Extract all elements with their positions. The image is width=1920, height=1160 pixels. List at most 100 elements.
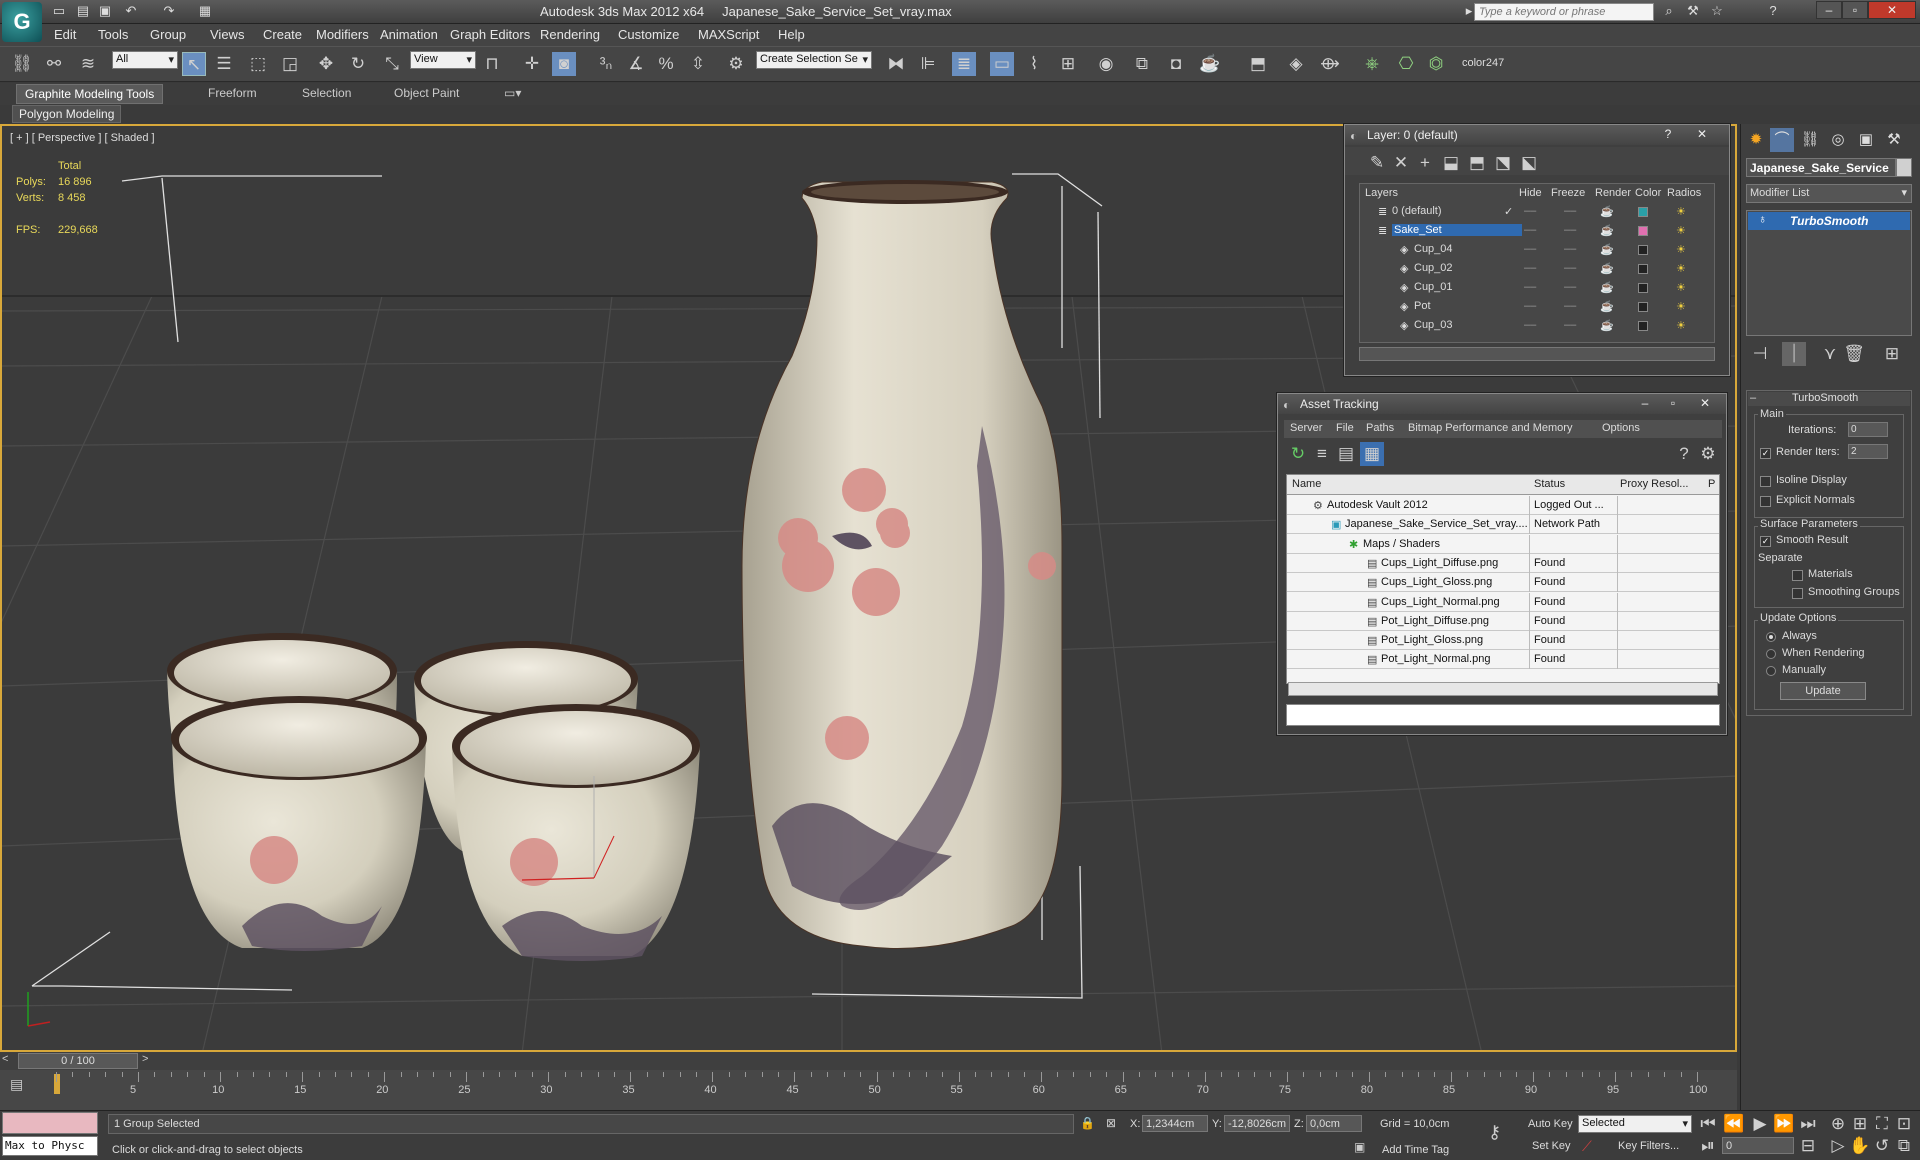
current-frame-field[interactable]: 0 bbox=[1722, 1137, 1794, 1154]
plugin-tool-3-icon[interactable]: ⟴ bbox=[1318, 52, 1342, 76]
save-icon[interactable]: ▣ bbox=[96, 3, 114, 19]
material-editor-icon[interactable]: ◉ bbox=[1094, 52, 1118, 76]
menu-graph-editors[interactable]: Graph Editors bbox=[450, 27, 530, 42]
field-of-view-icon[interactable]: ▷ bbox=[1826, 1134, 1850, 1158]
layer-color-swatch[interactable] bbox=[1638, 321, 1648, 331]
modifier-stack-turbosmooth[interactable]: TurboSmooth bbox=[1748, 212, 1910, 230]
motion-tab-icon[interactable]: ◎ bbox=[1826, 128, 1850, 152]
search-input[interactable]: Type a keyword or phrase bbox=[1474, 3, 1654, 21]
asset-menu-file[interactable]: File bbox=[1336, 422, 1354, 434]
materials-checkbox[interactable] bbox=[1792, 570, 1803, 581]
asset-maximize-button[interactable]: ▫ bbox=[1662, 396, 1684, 412]
teapot-icon[interactable]: ☕ bbox=[1600, 224, 1614, 237]
snaps-toggle-icon[interactable]: ³ₙ bbox=[594, 52, 618, 76]
y-coordinate-field[interactable]: -12,8026cm bbox=[1224, 1115, 1290, 1132]
select-by-name-icon[interactable]: ☰ bbox=[212, 52, 236, 76]
layer-freeze-toggle[interactable]: –– bbox=[1564, 205, 1576, 217]
set-key-button[interactable]: Set Key bbox=[1532, 1140, 1571, 1152]
help-icon[interactable]: ? bbox=[1764, 3, 1782, 19]
select-and-link-icon[interactable]: ⛓ bbox=[10, 52, 34, 76]
col-radiosity[interactable]: Radios bbox=[1667, 187, 1701, 199]
render-teapot-icon[interactable]: ☕ bbox=[1198, 52, 1222, 76]
menu-create[interactable]: Create bbox=[263, 27, 302, 42]
plugin-tool-2-icon[interactable]: ◈ bbox=[1284, 52, 1308, 76]
select-and-scale-icon[interactable]: ⤡ bbox=[380, 52, 404, 76]
favorites-star-icon[interactable]: ☆ bbox=[1708, 3, 1726, 19]
layer-color-swatch[interactable] bbox=[1638, 283, 1648, 293]
asset-thumb-view-icon[interactable]: ▤ bbox=[1334, 442, 1358, 466]
layer-hide-toggle[interactable]: –– bbox=[1524, 224, 1536, 236]
radiosity-icon[interactable]: ☀ bbox=[1676, 224, 1686, 237]
align-icon[interactable]: ⊫ bbox=[916, 52, 940, 76]
x-coordinate-field[interactable]: 1,2344cm bbox=[1142, 1115, 1208, 1132]
spinner-snap-icon[interactable]: ⇳ bbox=[686, 52, 710, 76]
asset-menu-paths[interactable]: Paths bbox=[1366, 422, 1394, 434]
key-filters-button[interactable]: Key Filters... bbox=[1618, 1140, 1679, 1152]
orbit-icon[interactable]: ↺ bbox=[1870, 1134, 1894, 1158]
layer-freeze-toggle[interactable]: –– bbox=[1564, 243, 1576, 255]
layer-hide-toggle[interactable]: –– bbox=[1524, 205, 1536, 217]
curve-editor-icon[interactable]: ⌇ bbox=[1022, 52, 1046, 76]
layer-name[interactable]: 0 (default) bbox=[1392, 205, 1442, 217]
tab-object-paint[interactable]: Object Paint bbox=[386, 84, 467, 104]
absolute-mode-icon[interactable]: ⊠ bbox=[1106, 1116, 1116, 1130]
plugin-tool-1-icon[interactable]: ⬒ bbox=[1246, 52, 1270, 76]
asset-minimize-button[interactable]: – bbox=[1634, 396, 1656, 412]
asset-row[interactable]: ▤ Pot_Light_Diffuse.png Found bbox=[1287, 611, 1719, 631]
menu-customize[interactable]: Customize bbox=[618, 27, 679, 42]
layer-freeze-all-icon[interactable]: ⬕ bbox=[1517, 151, 1541, 175]
menu-maxscript[interactable]: MAXScript bbox=[698, 27, 759, 42]
keyboard-shortcut-override-icon[interactable]: ◙ bbox=[552, 52, 576, 76]
asset-col-proxy[interactable]: Proxy Resol... bbox=[1620, 478, 1708, 490]
graphite-toggle-icon[interactable]: ▭ bbox=[990, 52, 1014, 76]
unlink-icon[interactable]: ⚯ bbox=[42, 52, 66, 76]
add-time-tag-button[interactable]: Add Time Tag bbox=[1382, 1144, 1449, 1156]
select-and-move-icon[interactable]: ✥ bbox=[314, 52, 338, 76]
menu-edit[interactable]: Edit bbox=[54, 27, 76, 42]
tab-graphite-modeling-tools[interactable]: Graphite Modeling Tools bbox=[16, 84, 164, 104]
time-slider[interactable] bbox=[0, 1052, 1737, 1070]
set-key-icon[interactable]: ⟋ bbox=[1582, 1138, 1592, 1155]
explicit-normals-checkbox[interactable] bbox=[1760, 496, 1771, 507]
sake-cup-front-right[interactable] bbox=[452, 704, 700, 961]
hierarchy-tab-icon[interactable]: ⛓ bbox=[1798, 128, 1822, 152]
teapot-icon[interactable]: ☕ bbox=[1600, 300, 1614, 313]
polygon-modeling-panel[interactable]: Polygon Modeling bbox=[12, 105, 122, 123]
maxscript-listener-field[interactable]: Max to Physc bbox=[2, 1136, 98, 1156]
teapot-icon[interactable]: ☕ bbox=[1600, 281, 1614, 294]
go-to-end-icon[interactable]: ⏭ bbox=[1796, 1112, 1820, 1136]
layer-hide-toggle[interactable]: –– bbox=[1524, 281, 1536, 293]
manipulate-icon[interactable]: ✛ bbox=[520, 52, 544, 76]
teapot-icon[interactable]: ☕ bbox=[1600, 243, 1614, 256]
teapot-icon[interactable]: ☕ bbox=[1600, 319, 1614, 332]
layer-freeze-toggle[interactable]: –– bbox=[1564, 319, 1576, 331]
maximize-viewport-icon[interactable]: ⧉ bbox=[1892, 1134, 1916, 1158]
smooth-result-checkbox[interactable]: ✓ bbox=[1760, 536, 1771, 547]
current-frame-marker[interactable] bbox=[54, 1074, 60, 1094]
lightbulb-icon[interactable]: ♁ bbox=[1758, 212, 1767, 226]
minimize-button[interactable]: – bbox=[1816, 1, 1842, 19]
show-end-result-icon[interactable]: ⏐ bbox=[1782, 342, 1806, 366]
plugin-tool-5-icon[interactable]: ⎔ bbox=[1394, 52, 1418, 76]
viewport-label[interactable]: [ + ] [ Perspective ] [ Shaded ] bbox=[10, 132, 155, 144]
select-and-rotate-icon[interactable]: ↻ bbox=[346, 52, 370, 76]
menu-help[interactable]: Help bbox=[778, 27, 805, 42]
layer-add-selected-icon[interactable]: + bbox=[1413, 151, 1437, 175]
asset-list-view-icon[interactable]: ≡ bbox=[1310, 442, 1334, 466]
layer-color-swatch[interactable] bbox=[1638, 207, 1648, 217]
col-freeze[interactable]: Freeze bbox=[1551, 187, 1585, 199]
create-tab-icon[interactable]: ✹ bbox=[1744, 128, 1768, 152]
angle-snap-icon[interactable]: ∡ bbox=[624, 52, 648, 76]
layer-color-swatch[interactable] bbox=[1638, 302, 1648, 312]
asset-window-titlebar[interactable]: Asset Tracking bbox=[1278, 394, 1726, 414]
asset-horizontal-scrollbar[interactable] bbox=[1288, 682, 1718, 696]
reference-coordinate-dropdown[interactable]: View bbox=[410, 51, 476, 69]
radiosity-icon[interactable]: ☀ bbox=[1676, 262, 1686, 275]
selection-lock-icon[interactable]: 🔒 bbox=[1080, 1116, 1095, 1130]
ribbon-options-icon[interactable]: ▭▾ bbox=[496, 84, 529, 104]
rollout-collapse-icon[interactable]: – bbox=[1750, 392, 1756, 404]
layer-row[interactable]: ◈ Cup_04 –– –– ☕ ☀ bbox=[1360, 241, 1714, 259]
layer-name[interactable]: Sake_Set bbox=[1392, 224, 1522, 236]
asset-row[interactable]: ▤ Cups_Light_Normal.png Found bbox=[1287, 592, 1719, 612]
rectangular-selection-icon[interactable]: ⬚ bbox=[246, 52, 270, 76]
